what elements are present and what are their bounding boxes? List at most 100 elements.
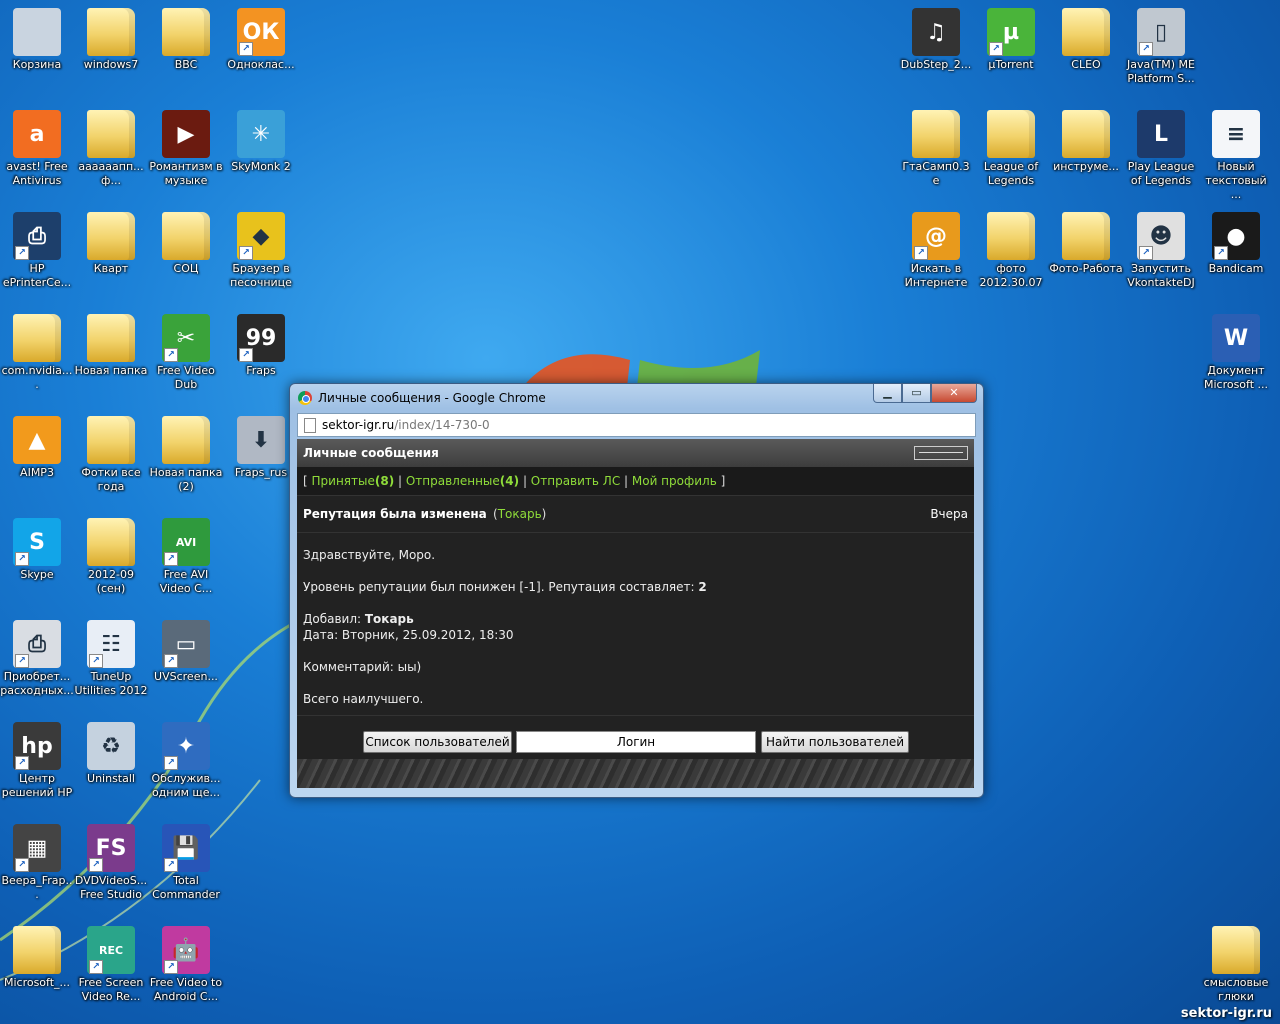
desktop-icon[interactable]: 2012-09 (сен) <box>74 514 148 596</box>
desktop-icon[interactable]: ▭ ↗ UVScreen... <box>149 616 223 684</box>
desktop-icon[interactable]: windows7 <box>74 4 148 72</box>
desktop-icon[interactable]: ☻ ↗ Запустить VkontakteDJ <box>1124 208 1198 290</box>
desktop-icon[interactable]: ⎙ ↗ Приобрет... расходных... <box>0 616 74 698</box>
desktop-icon[interactable]: ОК ↗ Одноклас... <box>224 4 298 72</box>
desktop-icon-label: Play League of Legends <box>1127 160 1195 187</box>
desktop-icon[interactable]: 💾 ↗ Total Commander <box>149 820 223 902</box>
desktop-icon[interactable]: BBC <box>149 4 223 72</box>
desktop-icon[interactable]: Корзина <box>0 4 74 72</box>
chrome-window[interactable]: Личные сообщения - Google Chrome ▁ ▭ ✕ s… <box>289 383 984 798</box>
watermark-text: sektor-igr.ru <box>1180 1006 1272 1021</box>
nav-received-link[interactable]: Принятые(8) <box>312 474 395 488</box>
desktop-icon[interactable]: ● ↗ Bandicam <box>1199 208 1273 276</box>
desktop-icon-label: Веера_Frap... <box>1 874 73 901</box>
league-of-legends-icon: L <box>1137 110 1185 158</box>
desktop-icon[interactable]: Новая папка (2) <box>149 412 223 494</box>
author-link[interactable]: Токарь <box>498 507 542 521</box>
desktop-icon[interactable]: REC ↗ Free Screen Video Re... <box>74 922 148 1004</box>
uninstall-icon: ♻ <box>87 722 135 770</box>
nav-separator: | <box>394 474 406 488</box>
desktop-icon[interactable]: фото 2012.30.07 <box>974 208 1048 290</box>
desktop-icon[interactable]: FS ↗ DVDVideoS... Free Studio <box>74 820 148 902</box>
java-phone-icon: ▯ ↗ <box>1137 8 1185 56</box>
nav-send-link[interactable]: Отправить ЛС <box>531 474 620 488</box>
fraps-icon: 99 ↗ <box>237 314 285 362</box>
desktop-icon-label: Документ Microsoft ... <box>1203 364 1269 391</box>
desktop-icon[interactable]: ✳ SkyMonk 2 <box>224 106 298 174</box>
desktop-icon[interactable]: ⬇ Fraps_rus <box>224 412 298 480</box>
message-date: Вчера <box>930 507 968 521</box>
desktop-icon[interactable]: ✦ ↗ Обслужив... одним ще... <box>149 718 223 800</box>
desktop-icon[interactable]: League of Legends <box>974 106 1048 188</box>
desktop-icon[interactable]: ▲ AIMP3 <box>0 412 74 480</box>
desktop-icon[interactable]: ✂ ↗ Free Video Dub <box>149 310 223 392</box>
desktop-icon[interactable]: аааааапп... ф... <box>74 106 148 188</box>
folder-icon <box>13 314 61 362</box>
desktop-icon[interactable]: hp ↗ Центр решений HP <box>0 718 74 800</box>
maximize-button[interactable]: ▭ <box>902 384 931 403</box>
nav-profile-link[interactable]: Мой профиль <box>632 474 717 488</box>
page-header: Личные сообщения <box>297 439 974 467</box>
desktop-icon[interactable]: ▦ ↗ Веера_Frap... <box>0 820 74 902</box>
desktop-icon[interactable]: ♻ Uninstall <box>74 718 148 786</box>
desktop-icon-label: Free AVI Video C... <box>159 568 213 595</box>
desktop-icon[interactable]: com.nvidia.... <box>0 310 74 392</box>
desktop-icon[interactable]: Фотки все года <box>74 412 148 494</box>
address-bar[interactable]: sektor-igr.ru/index/14-730-0 <box>297 413 976 437</box>
desktop-icon[interactable]: L Play League of Legends <box>1124 106 1198 188</box>
desktop-icon[interactable]: W Документ Microsoft ... <box>1199 310 1273 392</box>
desktop-icon-label: CLEO <box>1071 58 1101 71</box>
desktop-icon[interactable]: инструме... <box>1049 106 1123 174</box>
minimize-button[interactable]: ▁ <box>873 384 902 403</box>
aimp-icon: ▲ <box>13 416 61 464</box>
desktop-icon[interactable]: ГтаСамп0.3е <box>899 106 973 188</box>
desktop-icon[interactable]: Фото-Работа <box>1049 208 1123 276</box>
desktop-icon[interactable]: СОЦ <box>149 208 223 276</box>
title-bar[interactable]: Личные сообщения - Google Chrome ▁ ▭ ✕ <box>290 384 983 412</box>
desktop-icon[interactable]: µ ↗ µTorrent <box>974 4 1048 72</box>
shortcut-arrow-icon: ↗ <box>239 348 253 362</box>
desktop-icon[interactable]: Microsoft_... <box>0 922 74 990</box>
messages-nav: [ Принятые(8) | Отправленные(4) | Отправ… <box>297 467 974 496</box>
desktop-icon[interactable]: ◆ ↗ Браузер в песочнице <box>224 208 298 290</box>
desktop-icon[interactable]: S ↗ Skype <box>0 514 74 582</box>
desktop-icon[interactable]: AVI ↗ Free AVI Video C... <box>149 514 223 596</box>
desktop-icon[interactable]: ≡ Новый текстовый ... <box>1199 106 1273 202</box>
desktop-icon-label: avast! Free Antivirus <box>6 160 68 187</box>
desktop-icon-label: Free Video Dub <box>157 364 215 391</box>
desktop-icon[interactable]: @ ↗ Искать в Интернете <box>899 208 973 290</box>
nav-sent-link[interactable]: Отправленные(4) <box>406 474 519 488</box>
desktop-icon-label: Новая папка <box>74 364 148 377</box>
desktop-icon[interactable]: 🤖 ↗ Free Video to Android C... <box>149 922 223 1004</box>
desktop-icon-label: Fraps <box>246 364 276 377</box>
message-reputation-line: Уровень репутации был понижен [-1]. Репу… <box>303 579 968 595</box>
music-file-icon: ♫ <box>912 8 960 56</box>
desktop-icon-label: Новая папка (2) <box>149 466 223 493</box>
desktop-icon-label: HP ePrinterCe... <box>2 262 72 289</box>
desktop-icon[interactable]: ⎙ ↗ HP ePrinterCe... <box>0 208 74 290</box>
desktop-icon-label: Free Video to Android C... <box>149 976 223 1003</box>
message-date-line: Дата: Вторник, 25.09.2012, 18:30 <box>303 628 514 642</box>
desktop-icon[interactable]: a avast! Free Antivirus <box>0 106 74 188</box>
desktop-icon[interactable]: 99 ↗ Fraps <box>224 310 298 378</box>
desktop-icon[interactable]: ▶ Романтизм в музыке <box>149 106 223 188</box>
desktop-icon[interactable]: ▯ ↗ Java(TM) ME Platform S... <box>1124 4 1198 86</box>
desktop-icon[interactable]: ☷ ↗ TuneUp Utilities 2012 <box>74 616 148 698</box>
desktop-icon[interactable]: ♫ DubStep_2... <box>899 4 973 72</box>
tuneup-icon: ☷ ↗ <box>87 620 135 668</box>
desktop-icon[interactable]: смысловые глюки <box>1199 922 1273 1004</box>
desktop-icon[interactable]: Кварт <box>74 208 148 276</box>
desktop-icon[interactable]: Новая папка <box>74 310 148 378</box>
login-input[interactable]: Логин <box>516 731 756 753</box>
header-widget[interactable] <box>914 446 968 460</box>
screen-recorder-icon: REC ↗ <box>87 926 135 974</box>
message-added-by-line: Добавил: Токарь <box>303 611 968 627</box>
user-list-button[interactable]: Список пользователей <box>363 731 512 753</box>
desktop-icon[interactable]: CLEO <box>1049 4 1123 72</box>
shortcut-arrow-icon: ↗ <box>164 552 178 566</box>
find-users-button[interactable]: Найти пользователей <box>761 731 909 753</box>
close-button[interactable]: ✕ <box>931 384 977 403</box>
hp-eprinter-icon: ⎙ ↗ <box>13 212 61 260</box>
desktop-icon-label: Запустить VkontakteDJ <box>1127 262 1195 289</box>
folder-icon <box>912 110 960 158</box>
